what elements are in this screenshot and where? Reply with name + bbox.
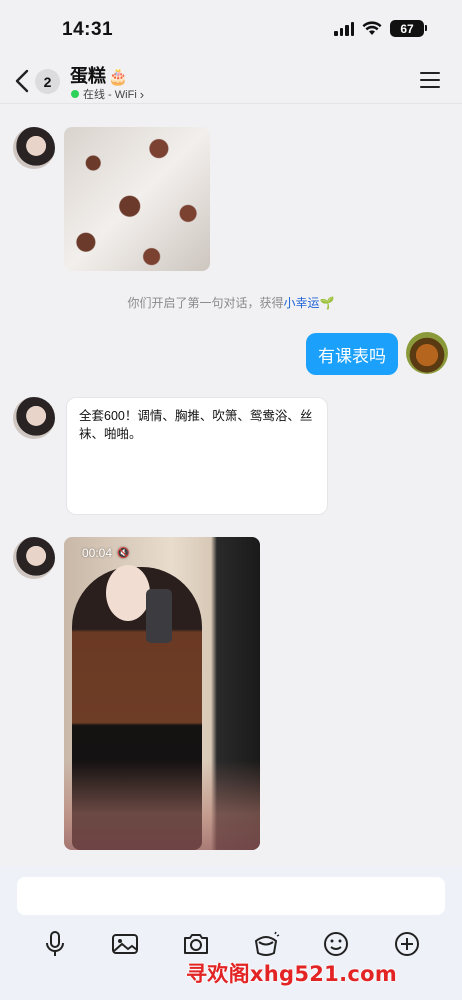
status-icons: 67 bbox=[334, 20, 427, 37]
system-note-link[interactable]: 小幸运 bbox=[284, 296, 320, 310]
my-avatar[interactable] bbox=[406, 332, 448, 374]
chevron-right-icon: › bbox=[139, 86, 145, 102]
contact-name[interactable]: 蛋糕 🎂 bbox=[70, 62, 128, 88]
back-arrow-icon[interactable] bbox=[12, 68, 34, 94]
system-note: 你们开启了第一句对话，获得小幸运🌱 bbox=[0, 294, 462, 311]
message-input[interactable] bbox=[17, 877, 445, 915]
online-dot-icon bbox=[71, 90, 79, 98]
status-bar: 14:31 67 bbox=[0, 0, 462, 56]
contact-name-text: 蛋糕 bbox=[70, 66, 106, 86]
video-face bbox=[106, 565, 150, 621]
watermark: 寻欢阁xhg521.com bbox=[186, 962, 397, 986]
plus-icon[interactable] bbox=[392, 929, 422, 959]
outgoing-message-bubble[interactable]: 有课表吗 bbox=[306, 333, 398, 375]
image-message[interactable] bbox=[64, 127, 210, 271]
online-status-text: 在线 - WiFi bbox=[83, 89, 137, 101]
video-duration-text: 00:04 bbox=[82, 546, 113, 560]
contact-avatar[interactable] bbox=[13, 127, 55, 169]
emoji-icon[interactable] bbox=[321, 929, 351, 959]
battery-icon: 67 bbox=[390, 20, 427, 37]
system-note-text: 你们开启了第一句对话，获得 bbox=[127, 296, 284, 310]
sprout-icon: 🌱 bbox=[319, 296, 335, 310]
chat-header: 2 蛋糕 🎂 在线 - WiFi › bbox=[0, 56, 462, 104]
menu-icon[interactable] bbox=[420, 72, 440, 88]
video-floor bbox=[64, 760, 260, 850]
video-duration: 00:04 🔇 bbox=[82, 546, 129, 560]
outgoing-message-text: 有课表吗 bbox=[318, 346, 386, 366]
cake-icon: 🎂 bbox=[108, 69, 128, 86]
contact-avatar[interactable] bbox=[13, 397, 55, 439]
signal-icon bbox=[334, 21, 354, 36]
microphone-icon[interactable] bbox=[40, 929, 70, 959]
text-card-message[interactable]: 全套600！调情、胸推、吹箫、鸳鸯浴、丝袜、啪啪。 bbox=[66, 397, 328, 515]
unread-count-badge[interactable]: 2 bbox=[35, 69, 60, 94]
status-time: 14:31 bbox=[62, 19, 114, 40]
online-status[interactable]: 在线 - WiFi › bbox=[71, 86, 144, 102]
red-packet-icon[interactable] bbox=[251, 929, 281, 959]
mute-icon[interactable]: 🔇 bbox=[117, 548, 129, 559]
wifi-icon bbox=[362, 21, 382, 35]
video-message[interactable]: 00:04 🔇 bbox=[64, 537, 260, 850]
camera-icon[interactable] bbox=[181, 929, 211, 959]
image-icon[interactable] bbox=[110, 929, 140, 959]
contact-avatar[interactable] bbox=[13, 537, 55, 579]
video-phone bbox=[146, 589, 172, 643]
card-message-text: 全套600！调情、胸推、吹箫、鸳鸯浴、丝袜、啪啪。 bbox=[79, 409, 313, 441]
